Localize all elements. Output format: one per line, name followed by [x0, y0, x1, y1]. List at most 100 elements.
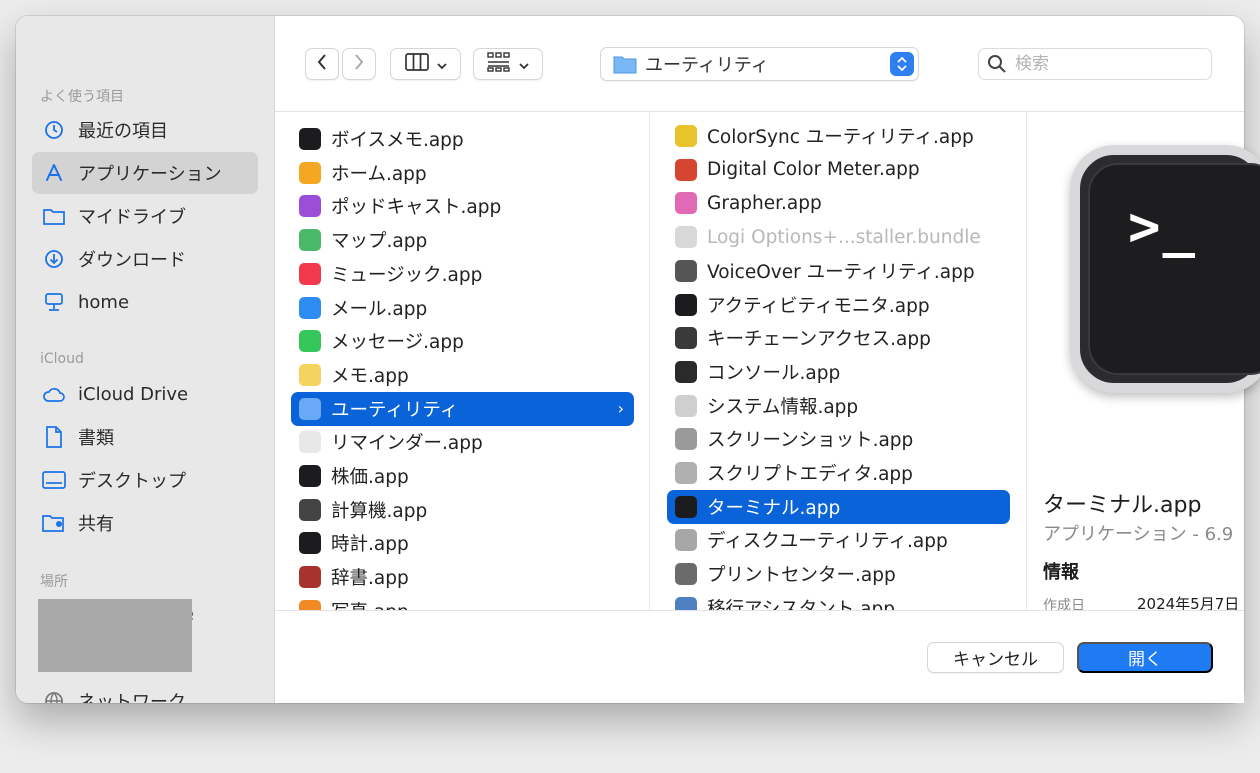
file-row[interactable]: ターミナル.app — [667, 489, 1010, 524]
forward-button[interactable] — [342, 48, 376, 80]
app-icon — [299, 363, 321, 386]
sidebar-item-home[interactable]: home — [32, 281, 258, 323]
chevron-right-icon — [353, 53, 365, 75]
sidebar-item-recents[interactable]: 最近の項目 — [32, 109, 258, 151]
app-icon — [299, 397, 321, 420]
file-row[interactable]: ボイスメモ.app — [291, 122, 634, 156]
file-row[interactable]: 時計.app — [291, 526, 634, 560]
sidebar-item-label: iCloud Drive — [78, 383, 189, 405]
file-row[interactable]: メッセージ.app — [291, 324, 634, 358]
sidebar-item-label: デスクトップ — [78, 471, 186, 492]
file-row-label: ボイスメモ.app — [331, 130, 464, 151]
app-icon — [299, 195, 321, 218]
file-row[interactable]: ポッドキャスト.app — [291, 189, 634, 223]
sidebar-item-my-drive[interactable]: マイドライブ — [32, 195, 258, 237]
chevron-down-icon — [436, 55, 447, 74]
file-row-label: ディスクユーティリティ.app — [707, 531, 948, 553]
file-row[interactable]: スクリプトエディタ.app — [667, 456, 1010, 490]
file-row[interactable]: コンソール.app — [667, 355, 1010, 389]
file-row[interactable]: ユーティリティ › — [291, 391, 634, 426]
sidebar-item-label: 最近の項目 — [78, 121, 168, 142]
file-row[interactable]: ミュージック.app — [291, 257, 634, 291]
file-row[interactable]: 辞書.app — [291, 560, 634, 594]
sidebar-section-locations: 場所 — [40, 574, 68, 590]
file-row-label: Logi Options+...staller.bundle — [707, 226, 981, 248]
file-row[interactable]: Logi Options+...staller.bundle — [667, 220, 1010, 254]
app-icon — [299, 566, 321, 589]
sidebar-section-icloud: iCloud — [40, 351, 84, 367]
sidebar-item-label: home — [78, 291, 130, 313]
file-row-label: キーチェーンアクセス.app — [707, 329, 931, 351]
file-row[interactable]: 株価.app — [291, 459, 634, 493]
file-row[interactable]: メモ.app — [291, 358, 634, 392]
folder-icon — [42, 204, 66, 228]
file-row[interactable]: ColorSync ユーティリティ.app — [667, 119, 1010, 153]
view-mode-button[interactable] — [390, 48, 461, 80]
search-field[interactable] — [978, 48, 1212, 80]
redacted-block — [38, 599, 192, 672]
download-icon — [42, 247, 66, 271]
file-row-label: スクリプトエディタ.app — [707, 464, 913, 485]
cancel-button[interactable]: キャンセル — [927, 642, 1064, 673]
preview-info-heading: 情報 — [1043, 562, 1079, 583]
file-row-label: ColorSync ユーティリティ.app — [707, 127, 974, 148]
dialog-footer: キャンセル 開く — [275, 610, 1244, 703]
file-row[interactable]: 写真.app — [291, 594, 634, 610]
file-row[interactable]: リマインダー.app — [291, 425, 634, 459]
search-input[interactable] — [1015, 54, 1195, 74]
sidebar-item-label: ネットワーク — [78, 692, 186, 703]
app-icon — [299, 262, 321, 285]
sidebar-item-downloads[interactable]: ダウンロード — [32, 238, 258, 280]
group-by-button[interactable] — [473, 48, 543, 80]
file-row-label: コンソール.app — [707, 362, 841, 384]
applications-icon — [42, 161, 66, 185]
location-popup[interactable]: ユーティリティ — [600, 47, 919, 81]
sidebar-item-applications[interactable]: アプリケーション — [32, 152, 258, 194]
file-row[interactable]: プリントセンター.app — [667, 557, 1010, 591]
sidebar-item-label: ダウンロード — [78, 250, 186, 271]
file-row[interactable]: キーチェーンアクセス.app — [667, 321, 1010, 355]
file-row-label: ミュージック.app — [331, 264, 483, 286]
column-applications: ボイスメモ.app ホーム.app ポッドキャスト.app マップ.app ミュージック… — [275, 112, 650, 610]
app-icon — [299, 532, 321, 555]
app-icon — [675, 428, 697, 451]
terminal-prompt-glyph: >_ — [1128, 195, 1198, 258]
app-icon — [675, 125, 697, 147]
app-icon — [675, 226, 697, 249]
file-row[interactable]: ホーム.app — [291, 156, 634, 190]
chevron-down-icon — [519, 55, 529, 74]
file-row[interactable]: アクティビティモニタ.app — [667, 288, 1010, 322]
file-row-label: ポッドキャスト.app — [331, 197, 502, 219]
cloud-icon — [42, 382, 66, 406]
file-row-label: Digital Color Meter.app — [707, 159, 920, 181]
file-row-label: 写真.app — [331, 598, 409, 610]
file-row-label: ターミナル.app — [707, 497, 841, 519]
open-button[interactable]: 開く — [1077, 642, 1213, 673]
file-row[interactable]: スクリーンショット.app — [667, 422, 1010, 456]
file-row[interactable]: マップ.app — [291, 223, 634, 257]
app-icon — [299, 498, 321, 521]
sidebar-item-network[interactable]: ネットワーク — [32, 680, 258, 703]
file-row-label: 時計.app — [331, 534, 409, 556]
sidebar-item-label: 共有 — [78, 514, 114, 535]
home-icon — [42, 290, 66, 314]
sidebar-item-icloud-drive[interactable]: iCloud Drive — [32, 373, 258, 415]
app-icon — [675, 327, 697, 350]
file-row[interactable]: Digital Color Meter.app — [667, 153, 1010, 187]
document-icon — [42, 425, 66, 449]
file-row-label: リマインダー.app — [331, 433, 483, 455]
file-row[interactable]: メール.app — [291, 291, 634, 325]
file-row[interactable]: Grapher.app — [667, 186, 1010, 220]
file-row[interactable]: 計算機.app — [291, 493, 634, 527]
file-row-label: ユーティリティ — [331, 399, 459, 421]
file-row[interactable]: ディスクユーティリティ.app — [667, 523, 1010, 557]
sidebar-item-documents[interactable]: 書類 — [32, 416, 258, 458]
file-row-label: 計算機.app — [331, 500, 428, 522]
file-row[interactable]: VoiceOver ユーティリティ.app — [667, 254, 1010, 288]
app-icon — [675, 158, 697, 181]
sidebar-item-desktop[interactable]: デスクトップ — [32, 459, 258, 501]
sidebar-item-shared[interactable]: 共有 — [32, 502, 258, 544]
file-row[interactable]: 移行アシスタント.app — [667, 591, 1010, 610]
back-button[interactable] — [305, 48, 339, 80]
file-row[interactable]: システム情報.app — [667, 389, 1010, 423]
